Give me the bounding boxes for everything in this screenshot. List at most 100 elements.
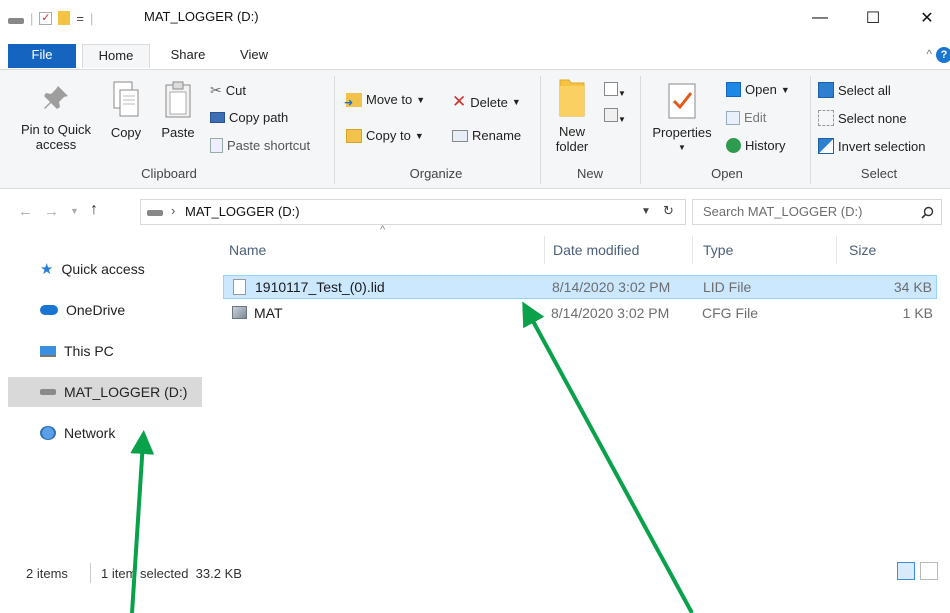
chevron-down-icon: ▼ <box>511 97 521 107</box>
select-none-icon <box>818 110 834 126</box>
cut-label: Cut <box>225 83 246 98</box>
selection-info: 1 item selected 33.2 KB <box>101 566 242 581</box>
close-button[interactable]: ✕ <box>904 0 950 36</box>
tab-share[interactable]: Share <box>158 44 218 68</box>
copy-to-icon <box>346 128 362 143</box>
back-arrow-icon[interactable]: ← <box>18 203 33 220</box>
edit-label: Edit <box>744 110 767 125</box>
drive-icon <box>40 389 56 395</box>
help-icon[interactable]: ? <box>936 47 950 63</box>
chevron-down-icon: ▼ <box>416 94 426 105</box>
file-row[interactable]: MAT 8/14/2020 3:02 PM CFG File 1 KB <box>223 302 937 326</box>
column-header-type[interactable]: Type <box>703 242 733 258</box>
select-none-label: Select none <box>838 110 907 126</box>
easy-access-icon <box>604 108 618 122</box>
refresh-icon[interactable]: ↻ <box>663 203 674 219</box>
chevron-down-icon: ▼ <box>678 143 686 152</box>
maximize-button[interactable]: ☐ <box>850 0 896 36</box>
status-separator <box>90 563 91 583</box>
scissors-icon: ✂ <box>210 82 222 98</box>
paste-button[interactable]: Paste <box>156 80 200 140</box>
new-folder-icon[interactable] <box>58 11 71 25</box>
column-separator[interactable] <box>692 236 693 264</box>
paste-shortcut-button[interactable]: Paste shortcut <box>210 138 310 153</box>
search-input[interactable]: Search MAT_LOGGER (D:) <box>692 199 942 225</box>
file-size: 34 KB <box>893 279 932 295</box>
close-icon: ✕ <box>920 10 934 27</box>
details-view-icon[interactable] <box>897 562 915 580</box>
select-none-button[interactable]: Select none <box>818 110 907 126</box>
drive-icon[interactable] <box>8 18 24 24</box>
organize-group-label: Organize <box>409 166 463 181</box>
chevron-down-icon: ▼ <box>414 130 424 141</box>
file-size: 1 KB <box>902 305 933 321</box>
move-to-icon: ➜ <box>344 92 362 109</box>
copy-to-button[interactable]: Copy to ▼ <box>346 128 424 143</box>
qat-dropdown-icon[interactable]: = <box>76 11 84 26</box>
open-button[interactable]: Open ▼ <box>726 82 790 97</box>
properties-check-icon <box>668 83 696 119</box>
delete-button[interactable]: ✕ Delete ▼ <box>452 92 521 112</box>
select-all-icon <box>818 82 834 98</box>
nav-item-network[interactable]: Network <box>32 418 202 448</box>
history-button[interactable]: History <box>726 138 785 153</box>
column-separator[interactable] <box>544 236 545 264</box>
invert-selection-label: Invert selection <box>838 138 926 154</box>
search-icon[interactable] <box>921 206 934 219</box>
easy-access-button[interactable]: ▼ <box>604 108 626 125</box>
address-dropdown-chevron-icon[interactable]: ▼ <box>641 206 651 217</box>
paste-icon <box>165 81 191 118</box>
collapse-ribbon-chevron-icon[interactable]: ^ <box>926 47 932 61</box>
nav-item-this-pc[interactable]: This PC <box>32 336 202 366</box>
column-header-date-modified[interactable]: Date modified <box>553 242 639 258</box>
copy-button[interactable]: Copy <box>104 80 148 140</box>
ribbon-separator <box>334 76 335 184</box>
nav-label: This PC <box>64 343 114 359</box>
chevron-down-icon: ▼ <box>780 84 790 95</box>
properties-button[interactable]: Properties ▼ <box>646 82 718 155</box>
edit-button[interactable]: Edit <box>726 110 766 125</box>
open-label: Open <box>745 82 777 97</box>
nav-item-quick-access[interactable]: ★ Quick access <box>32 254 202 284</box>
copy-path-button[interactable]: Copy path <box>210 110 288 125</box>
file-row[interactable]: 1910117_Test_(0).lid 8/14/2020 3:02 PM L… <box>223 275 937 299</box>
tab-file[interactable]: File <box>8 44 76 68</box>
recent-locations-chevron-icon[interactable]: ▼ <box>70 206 79 216</box>
invert-selection-button[interactable]: Invert selection <box>818 138 925 154</box>
nav-label: Quick access <box>61 261 145 277</box>
ribbon-separator <box>540 76 541 184</box>
tab-view[interactable]: View <box>226 44 282 68</box>
open-icon <box>726 82 741 97</box>
file-icon <box>233 279 246 295</box>
file-date: 8/14/2020 3:02 PM <box>552 279 671 295</box>
rename-label: Rename <box>472 128 522 143</box>
new-folder-button[interactable]: New folder <box>548 76 596 154</box>
cut-button[interactable]: ✂ Cut <box>210 82 246 99</box>
new-group-label: New <box>576 166 603 181</box>
new-item-button[interactable]: ▼ <box>604 82 626 99</box>
file-type: CFG File <box>702 305 758 321</box>
column-header-size[interactable]: Size <box>849 242 876 258</box>
select-all-label: Select all <box>838 82 891 98</box>
copy-to-label: Copy to <box>366 128 411 143</box>
move-to-button[interactable]: ➜ Move to ▼ <box>344 92 426 109</box>
address-row: ← → ▼ ↑ › MAT_LOGGER (D:) ▼ ↻ Search MAT… <box>0 195 950 229</box>
column-separator[interactable] <box>836 236 837 264</box>
select-all-button[interactable]: Select all <box>818 82 891 98</box>
pin-to-quick-access-button[interactable]: Pin to Quick access <box>14 82 98 152</box>
large-icons-view-icon[interactable] <box>920 562 938 580</box>
nav-item-mat-logger-drive[interactable]: MAT_LOGGER (D:) <box>8 377 202 407</box>
up-arrow-icon[interactable]: ↑ <box>90 201 98 219</box>
tab-home[interactable]: Home <box>82 44 150 68</box>
file-name: 1910117_Test_(0).lid <box>255 279 385 295</box>
minimize-button[interactable]: — <box>797 0 843 36</box>
address-bar[interactable]: › MAT_LOGGER (D:) ▼ ↻ <box>140 199 686 225</box>
rename-button[interactable]: Rename <box>452 128 521 143</box>
copy-icon <box>113 81 139 117</box>
address-location[interactable]: MAT_LOGGER (D:) <box>185 204 300 219</box>
column-header-name[interactable]: Name <box>229 242 266 258</box>
nav-item-onedrive[interactable]: OneDrive <box>32 295 202 325</box>
properties-check-icon[interactable]: ✓ <box>39 11 53 25</box>
invert-selection-icon <box>818 138 834 154</box>
forward-arrow-icon[interactable]: → <box>44 203 59 220</box>
